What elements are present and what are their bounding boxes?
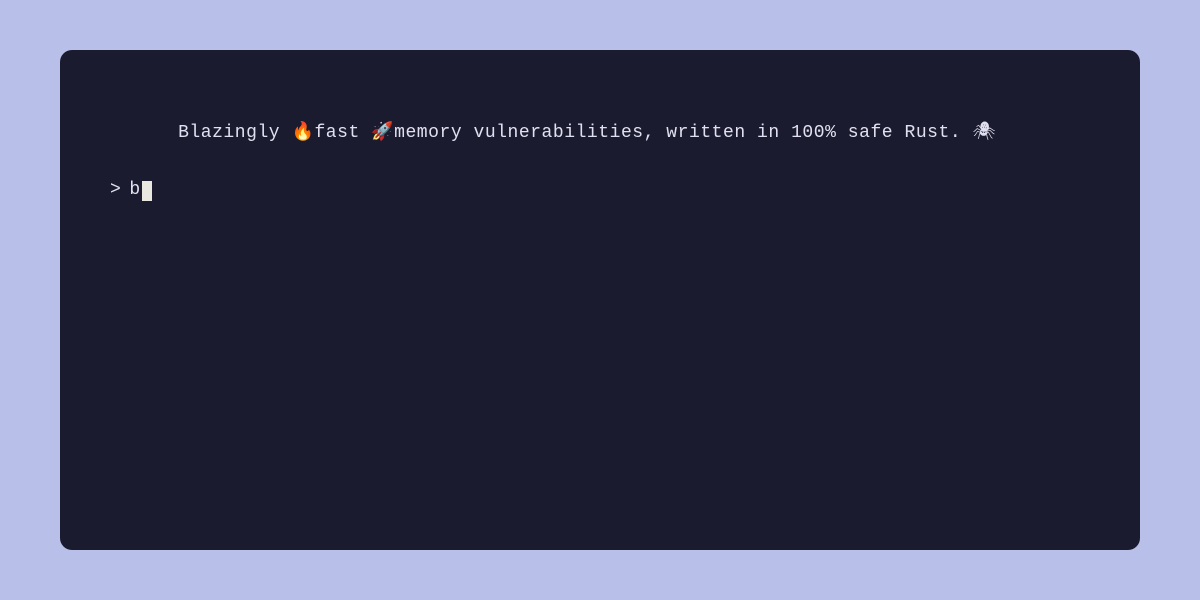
prompt-line[interactable]: > b [110, 176, 1090, 205]
terminal-window: Blazingly 🔥fast 🚀memory vulnerabilities,… [60, 50, 1140, 550]
terminal-content: Blazingly 🔥fast 🚀memory vulnerabilities,… [110, 90, 1090, 205]
terminal-cursor [142, 181, 152, 201]
output-text-middle: memory vulnerabilities, written in 100% … [394, 123, 972, 143]
output-line-1: Blazingly 🔥fast 🚀memory vulnerabilities,… [110, 90, 1090, 176]
typed-input: b [129, 176, 140, 205]
fire-emoji-icon: 🔥 [291, 123, 314, 143]
rocket-emoji-icon: 🚀 [371, 123, 394, 143]
output-text-fast: fast [314, 123, 371, 143]
output-text-prefix: Blazingly [178, 123, 291, 143]
prompt-symbol: > [110, 176, 121, 205]
spider-emoji-icon: 🕷 [973, 123, 996, 143]
